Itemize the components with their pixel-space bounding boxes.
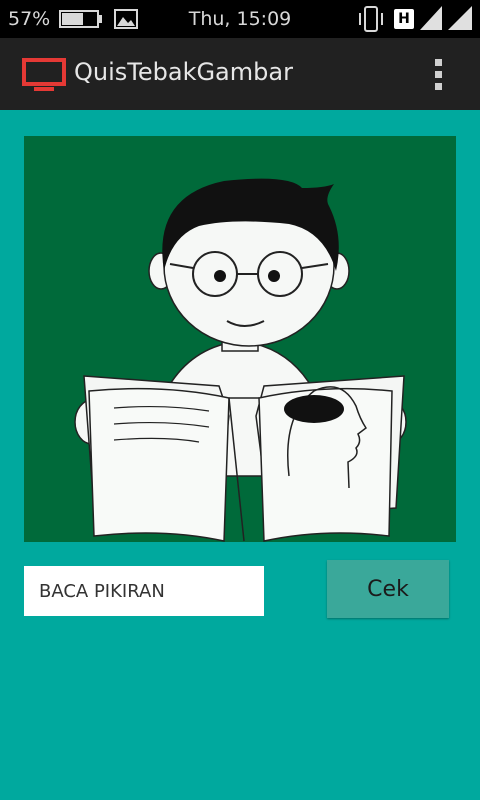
- boy-reading-book-icon: [74, 178, 407, 542]
- check-button[interactable]: Cek: [327, 560, 449, 618]
- answer-input[interactable]: [24, 566, 264, 616]
- quiz-content: Cek: [0, 110, 480, 800]
- network-h-icon: H: [394, 9, 414, 29]
- tv-app-icon: [22, 58, 66, 91]
- app-title: QuisTebakGambar: [74, 58, 293, 86]
- status-bar: 57% Thu, 15:09 H: [0, 0, 480, 38]
- quiz-picture: [24, 136, 456, 542]
- action-bar: QuisTebakGambar: [0, 38, 480, 110]
- vibrate-icon: [359, 6, 383, 32]
- signal-icon: [448, 6, 472, 30]
- overflow-menu-icon[interactable]: [428, 56, 448, 92]
- signal-icon: [420, 6, 442, 30]
